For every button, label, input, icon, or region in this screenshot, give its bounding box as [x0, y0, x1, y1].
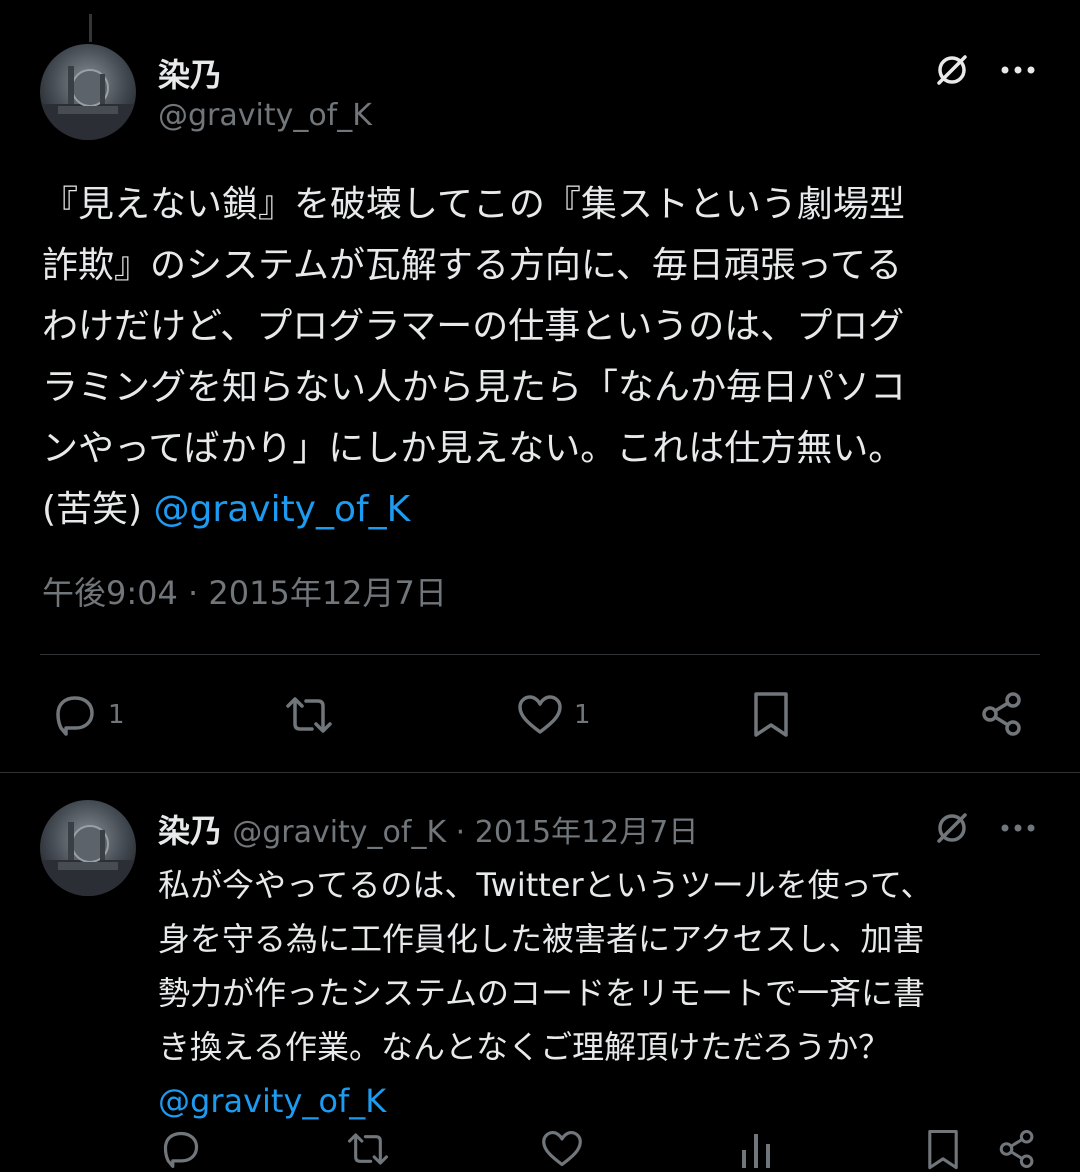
- reply-text-line: 身を守る為に工作員化した被害者にアクセスし、加害: [158, 920, 925, 958]
- more-icon[interactable]: [996, 52, 1040, 88]
- divider: [0, 772, 1080, 773]
- thread-line: [89, 14, 92, 42]
- avatar[interactable]: [40, 44, 136, 140]
- tweet-text-line: ンやってばかり」にしか見えない。これは仕方無い。: [42, 428, 905, 469]
- retweet-icon: [286, 697, 332, 733]
- grok-icon[interactable]: [930, 48, 974, 92]
- retweet-button[interactable]: [346, 1128, 390, 1170]
- reply-text-line: 私が今やってるのは、Twitterというツールを使って、: [158, 866, 933, 904]
- reply-text-line: 勢力が作ったシステムのコードをリモートで一斉に書: [158, 974, 926, 1012]
- handle[interactable]: @gravity_of_K: [158, 98, 372, 133]
- bookmark-button[interactable]: [924, 1128, 962, 1172]
- share-button[interactable]: [996, 1128, 1038, 1170]
- share-icon: [982, 692, 1021, 736]
- reply-text-line: き換える作業。なんとなくご理解頂けただろうか？: [158, 1028, 891, 1066]
- bookmark-icon: [928, 1129, 958, 1170]
- tweet-timestamp[interactable]: 午後9:04 · 2015年12月7日: [42, 568, 447, 614]
- tweet-text-prefix: (苦笑): [42, 489, 154, 530]
- grok-icon[interactable]: [930, 806, 974, 850]
- reply-header: 染乃 @gravity_of_K · 2015年12月7日: [158, 806, 698, 852]
- tweet-text-line: 『見えない鎖』を破壊してこの『集ストという劇場型: [42, 184, 905, 225]
- reply-icon: [56, 696, 94, 736]
- reply-meta[interactable]: @gravity_of_K · 2015年12月7日: [232, 815, 698, 850]
- tweet-text-line: 詐欺』のシステムが瓦解する方向に、毎日頑張ってる: [42, 245, 903, 286]
- views-button[interactable]: [736, 1128, 776, 1170]
- tweet-text-last-line: (苦笑) @gravity_of_K: [42, 479, 906, 540]
- tweet-text-line: わけだけど、プログラマーの仕事というのは、プログ: [42, 306, 905, 347]
- views-icon: [742, 1134, 770, 1168]
- reply-button[interactable]: 1: [52, 692, 125, 738]
- display-name[interactable]: 染乃: [158, 50, 222, 96]
- like-count: 1: [574, 700, 591, 730]
- like-button[interactable]: [540, 1128, 584, 1170]
- like-icon: [542, 1130, 582, 1167]
- tweet-text-line: ラミングを知らない人から見たら「なんか毎日パソコ: [42, 367, 907, 408]
- like-button[interactable]: 1: [516, 692, 591, 738]
- bookmark-icon: [754, 692, 788, 737]
- reply-icon: [163, 1131, 199, 1168]
- divider: [40, 654, 1040, 655]
- mention-link[interactable]: @gravity_of_K: [158, 1074, 932, 1128]
- retweet-icon: [347, 1133, 389, 1165]
- avatar[interactable]: [40, 800, 136, 896]
- mention-link[interactable]: @gravity_of_K: [154, 489, 411, 530]
- bookmark-button[interactable]: [750, 690, 792, 740]
- retweet-button[interactable]: [284, 692, 334, 738]
- display-name[interactable]: 染乃: [158, 812, 222, 850]
- reply-button[interactable]: [160, 1128, 202, 1170]
- tweet-text: 『見えない鎖』を破壊してこの『集ストという劇場型 詐欺』のシステムが瓦解する方向…: [42, 174, 906, 540]
- share-icon: [999, 1129, 1034, 1169]
- reply-count: 1: [108, 700, 125, 730]
- like-icon: [518, 695, 562, 734]
- share-button[interactable]: [978, 690, 1026, 738]
- reply-text: 私が今やってるのは、Twitterというツールを使って、 身を守る為に工作員化し…: [158, 858, 932, 1128]
- more-icon[interactable]: [996, 810, 1040, 846]
